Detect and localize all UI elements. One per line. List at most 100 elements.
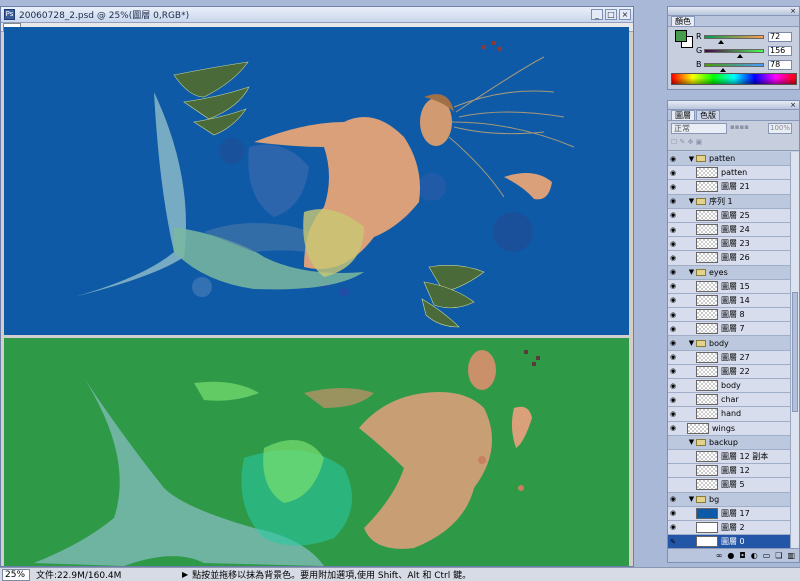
eye-icon[interactable]: ◉ <box>668 211 678 219</box>
document-size-readout[interactable]: 文件:22.9M/160.4M <box>36 568 176 581</box>
eye-icon[interactable]: ◉ <box>668 523 678 531</box>
adjust-icon[interactable]: ◐ <box>751 551 758 560</box>
expand-triangle-icon[interactable]: ▼ <box>687 438 696 446</box>
layer-row[interactable]: ✎ 圖層 0 <box>668 535 791 549</box>
trash-icon[interactable]: ▥ <box>787 551 795 560</box>
layer-group-row[interactable]: ◉ ▼ bg <box>668 492 791 507</box>
layer-row[interactable]: ◉ 圖層 22 <box>668 364 791 379</box>
green-value-field[interactable]: 156 <box>768 45 792 56</box>
eye-icon[interactable]: ◉ <box>668 424 678 432</box>
layer-name: eyes <box>709 267 728 277</box>
layer-row[interactable]: ◉ 圖層 15 <box>668 279 791 294</box>
new-group-icon[interactable]: ▭ <box>763 551 771 560</box>
layer-row[interactable]: ◉ hand <box>668 407 791 422</box>
layer-row[interactable]: ◉ 圖層 27 <box>668 350 791 365</box>
visibility-toggle[interactable]: ✎ <box>668 538 678 546</box>
layer-row[interactable]: ◉ 圖層 23 <box>668 237 791 252</box>
blue-slider[interactable] <box>704 62 764 72</box>
layer-row[interactable]: 圖層 12 副本 <box>668 449 791 465</box>
layer-group-row[interactable]: ◉ ▼ 序列 1 <box>668 194 791 209</box>
eye-icon[interactable]: ◉ <box>668 268 678 276</box>
canvas-preview-green[interactable] <box>4 338 629 566</box>
layer-group-row[interactable]: ◉ ▼ patten <box>668 152 791 167</box>
eye-icon[interactable]: ◉ <box>668 226 678 234</box>
expand-triangle-icon[interactable]: ▼ <box>687 339 696 347</box>
color-panel-header[interactable]: × <box>668 7 799 16</box>
opacity-field[interactable]: 100% <box>768 123 792 134</box>
document-titlebar[interactable]: Ps 20060728_2.psd @ 25%(圖層 0,RGB*) _ □ × <box>1 7 633 23</box>
scrollbar-thumb[interactable] <box>792 292 798 412</box>
layer-row[interactable]: 圖層 12 <box>668 464 791 479</box>
layer-row[interactable]: ◉ 圖層 21 <box>668 180 791 195</box>
layer-row[interactable]: 圖層 5 <box>668 478 791 493</box>
eye-icon[interactable]: ◉ <box>668 367 678 375</box>
layer-row[interactable]: ◉ 圖層 14 <box>668 293 791 309</box>
layer-row[interactable]: ◉ 圖層 25 <box>668 208 791 223</box>
tab-channels[interactable]: 色版 <box>696 110 720 120</box>
eye-icon[interactable]: ◉ <box>668 325 678 333</box>
tab-layers[interactable]: 圖層 <box>671 110 695 120</box>
green-slider-thumb[interactable] <box>737 53 744 58</box>
eye-icon[interactable]: ◉ <box>668 509 678 517</box>
layer-row[interactable]: ◉ 圖層 7 <box>668 322 791 337</box>
eye-icon[interactable]: ◉ <box>668 296 678 304</box>
eye-icon[interactable]: ◉ <box>668 169 678 177</box>
blue-slider-thumb[interactable] <box>719 67 726 72</box>
tab-color[interactable]: 顏色 <box>671 16 695 26</box>
tool-hint: 點按並拖移以抹為背景色。要用附加選項,使用 Shift、Alt 和 Ctrl 鍵… <box>192 571 472 581</box>
new-layer-icon[interactable]: ❏ <box>775 551 782 560</box>
eye-icon[interactable]: ◉ <box>668 155 678 163</box>
eye-icon[interactable]: ◉ <box>668 254 678 262</box>
eye-icon[interactable]: ◉ <box>668 339 678 347</box>
panel-close-icon[interactable]: × <box>790 7 796 15</box>
expand-triangle-icon[interactable]: ▼ <box>687 155 696 163</box>
eye-icon[interactable]: ◉ <box>668 311 678 319</box>
eye-icon[interactable]: ◉ <box>668 197 678 205</box>
status-menu-arrow-icon[interactable]: ▶ <box>182 570 188 579</box>
layer-row[interactable]: ◉ patten <box>668 166 791 181</box>
zoom-field[interactable]: 25% <box>2 568 30 581</box>
color-spectrum-bar[interactable] <box>671 73 797 85</box>
green-slider[interactable] <box>704 48 764 58</box>
expand-triangle-icon[interactable]: ▼ <box>687 495 696 503</box>
layer-group-row[interactable]: ◉ ▼ eyes <box>668 265 791 280</box>
layer-group-row[interactable]: ▼ backup <box>668 435 791 450</box>
expand-triangle-icon[interactable]: ▼ <box>687 197 696 205</box>
red-slider-thumb[interactable] <box>718 39 725 44</box>
mask-icon[interactable]: ◘ <box>739 551 745 560</box>
panel-close-icon[interactable]: × <box>790 101 796 109</box>
layers-panel-header[interactable]: × <box>668 101 799 110</box>
eye-icon[interactable]: ◉ <box>668 282 678 290</box>
eye-icon[interactable]: ◉ <box>668 183 678 191</box>
link-icon[interactable]: ∞ <box>716 551 723 560</box>
blue-value-field[interactable]: 78 <box>768 59 792 70</box>
eye-icon[interactable]: ◉ <box>668 396 678 404</box>
eye-icon[interactable]: ◉ <box>668 410 678 418</box>
maximize-button[interactable]: □ <box>605 9 617 20</box>
canvas-preview-blue[interactable] <box>4 27 629 335</box>
eye-icon[interactable]: ◉ <box>668 240 678 248</box>
eye-icon[interactable]: ◉ <box>668 353 678 361</box>
minimize-button[interactable]: _ <box>591 9 603 20</box>
red-slider[interactable] <box>704 34 764 44</box>
layer-row[interactable]: ◉ 圖層 8 <box>668 308 791 323</box>
layer-row[interactable]: ◉ 圖層 17 <box>668 506 791 521</box>
foreground-color-swatch[interactable] <box>675 30 687 42</box>
lock-icons[interactable]: ☐ ✎ ✥ ▣ <box>671 138 702 146</box>
close-button[interactable]: × <box>619 9 631 20</box>
layer-row[interactable]: ◉ 圖層 26 <box>668 251 791 266</box>
layer-row[interactable]: ◉ wings <box>668 421 791 436</box>
layer-row[interactable]: ◉ 圖層 24 <box>668 222 791 238</box>
expand-triangle-icon[interactable]: ▼ <box>687 268 696 276</box>
red-value-field[interactable]: 72 <box>768 31 792 42</box>
layer-group-row[interactable]: ◉ ▼ body <box>668 336 791 351</box>
layer-row[interactable]: ◉ char <box>668 393 791 408</box>
layers-scrollbar[interactable] <box>790 152 799 549</box>
eye-icon[interactable]: ◉ <box>668 382 678 390</box>
blend-mode-select[interactable]: 正常 <box>671 123 727 134</box>
fx-icon[interactable]: ● <box>727 551 734 560</box>
layer-row[interactable]: ◉ body <box>668 379 791 394</box>
layer-row[interactable]: ◉ 圖層 2 <box>668 520 791 536</box>
folder-icon <box>696 197 706 205</box>
eye-icon[interactable]: ◉ <box>668 495 678 503</box>
